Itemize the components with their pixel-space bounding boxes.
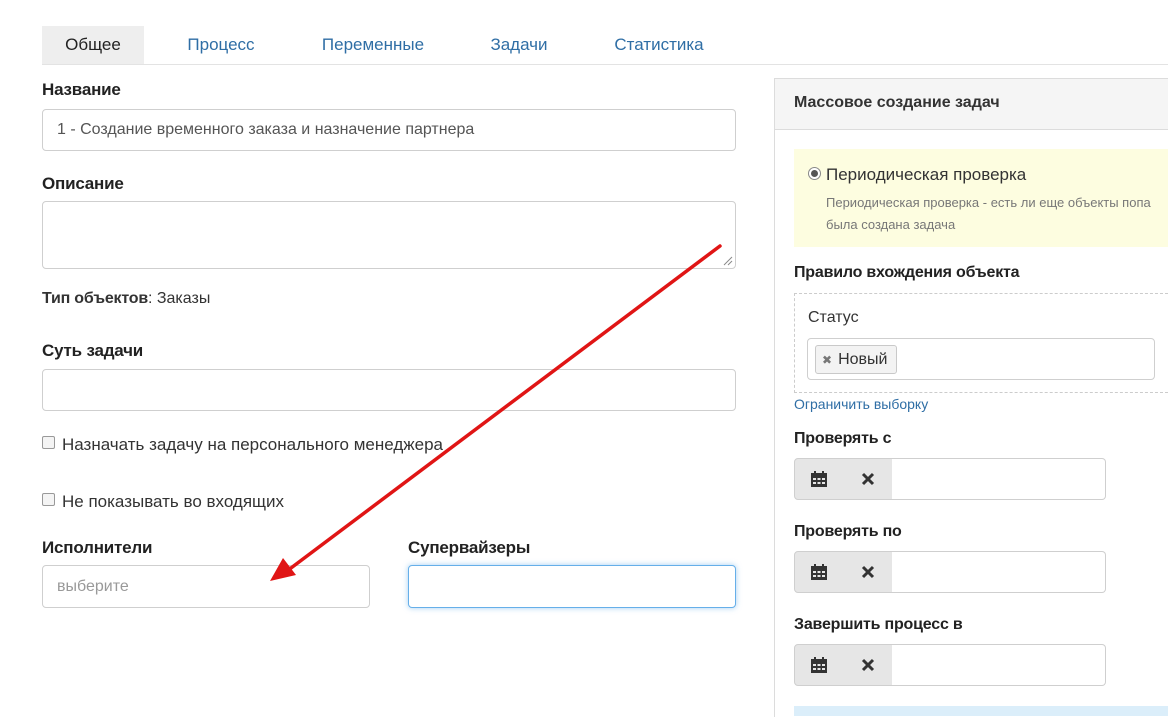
check-from-input[interactable]: [892, 458, 1106, 500]
task-essence-input[interactable]: [42, 369, 736, 411]
check-to-calendar-button[interactable]: [794, 551, 844, 593]
finish-label: Завершить процесс в: [794, 616, 963, 633]
assign-personal-manager-label: Назначать задачу на персонального менедж…: [62, 435, 443, 454]
calendar-icon: [811, 470, 827, 487]
close-icon: [861, 565, 874, 579]
periodic-check-description-2: была создана задача: [826, 217, 956, 232]
tab-statistics[interactable]: Статистика: [604, 26, 714, 64]
status-tag: ✖ Новый: [815, 345, 897, 374]
supervisors-label: Супервайзеры: [408, 538, 531, 557]
check-to-label: Проверять по: [794, 523, 902, 540]
tabs-divider: [42, 64, 1168, 65]
periodic-check-description-1: Периодическая проверка - есть ли еще объ…: [826, 195, 1151, 210]
object-type-value: : Заказы: [147, 290, 211, 307]
periodic-check-radio[interactable]: [808, 167, 821, 180]
tab-tasks[interactable]: Задачи: [476, 26, 562, 64]
description-label: Описание: [42, 174, 124, 193]
panel-title: Массовое создание задач: [794, 94, 1000, 111]
object-type-line: Тип объектов: Заказы: [42, 290, 210, 308]
supervisors-select[interactable]: [408, 565, 736, 608]
rule-label: Правило вхождения объекта: [794, 264, 1020, 281]
hide-in-inbox-label: Не показывать во входящих: [62, 492, 285, 511]
panel-bottom-info-bar: [794, 706, 1168, 716]
hide-in-inbox-checkbox[interactable]: [42, 493, 55, 506]
close-icon: [861, 472, 874, 486]
tab-variables[interactable]: Переменные: [310, 26, 436, 64]
calendar-icon: [811, 563, 827, 580]
finish-clear-button[interactable]: [843, 644, 893, 686]
periodic-check-label: Периодическая проверка: [826, 165, 1027, 184]
close-icon: [861, 658, 874, 672]
finish-input[interactable]: [892, 644, 1106, 686]
finish-calendar-button[interactable]: [794, 644, 844, 686]
executors-select[interactable]: выберите: [42, 565, 370, 608]
restrict-selection-link[interactable]: Ограничить выборку: [794, 396, 928, 412]
check-to-input[interactable]: [892, 551, 1106, 593]
tab-general[interactable]: Общее: [42, 26, 144, 64]
executors-placeholder: выберите: [57, 577, 129, 595]
calendar-icon: [811, 656, 827, 673]
object-type-label: Тип объектов: [42, 290, 148, 307]
name-label: Название: [42, 80, 121, 99]
name-input-value: 1 - Создание временного заказа и назначе…: [57, 121, 475, 138]
description-textarea[interactable]: [42, 201, 736, 269]
check-to-clear-button[interactable]: [843, 551, 893, 593]
status-label: Статус: [808, 309, 859, 326]
tab-process[interactable]: Процесс: [170, 26, 272, 64]
tag-remove-icon[interactable]: ✖: [822, 353, 832, 367]
status-tag-label: Новый: [838, 350, 888, 368]
name-input[interactable]: 1 - Создание временного заказа и назначе…: [42, 109, 736, 151]
check-from-label: Проверять с: [794, 430, 892, 447]
assign-personal-manager-checkbox[interactable]: [42, 436, 55, 449]
check-from-calendar-button[interactable]: [794, 458, 844, 500]
resize-handle-icon[interactable]: [723, 256, 733, 266]
executors-label: Исполнители: [42, 538, 153, 557]
task-essence-label: Суть задачи: [42, 341, 144, 360]
check-from-clear-button[interactable]: [843, 458, 893, 500]
